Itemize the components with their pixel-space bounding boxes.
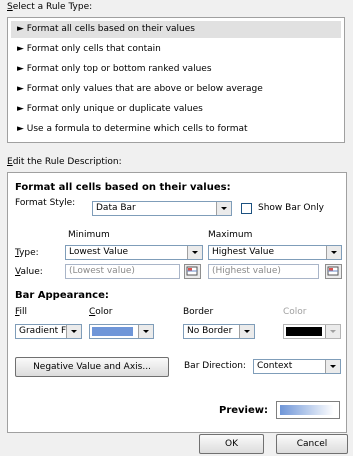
format-style-value: Data Bar <box>96 203 136 213</box>
maximum-header: Maximum <box>208 230 253 240</box>
show-bar-only-checkbox[interactable] <box>241 203 252 214</box>
minimum-header: Minimum <box>68 230 110 240</box>
border-type-dropdown[interactable]: No Border <box>183 324 255 339</box>
bar-direction-value: Context <box>257 361 293 371</box>
bar-appearance-heading: Bar Appearance: <box>15 290 109 301</box>
rule-type-item[interactable]: ► Format all cells based on their values <box>11 21 341 38</box>
rule-type-item[interactable]: ► Format only top or bottom ranked value… <box>11 61 341 78</box>
preview-box <box>276 401 340 419</box>
rule-type-list[interactable]: ► Format all cells based on their values… <box>7 17 345 143</box>
preview-data-bar <box>280 405 334 415</box>
rule-description-panel: Format all cells based on their values: … <box>7 172 347 433</box>
format-style-label: Format Style: <box>15 198 76 208</box>
minimum-type-dropdown[interactable]: Lowest Value <box>65 245 203 260</box>
chevron-down-icon[interactable] <box>66 325 81 338</box>
maximum-value-input[interactable]: (Highest value) <box>208 264 319 279</box>
rule-type-item[interactable]: ► Format only unique or duplicate values <box>11 101 341 118</box>
format-style-dropdown[interactable]: Data Bar <box>92 201 232 216</box>
bar-direction-label: Bar Direction: <box>184 361 246 371</box>
fill-color-swatch <box>92 327 133 336</box>
fill-color-label: Color <box>89 307 113 317</box>
chevron-down-icon[interactable] <box>187 246 202 259</box>
border-color-label: Color <box>283 307 307 317</box>
fill-label: Fill <box>15 307 28 317</box>
chevron-down-icon[interactable] <box>138 325 153 338</box>
rule-type-item[interactable]: ► Format only cells that contain <box>11 41 341 58</box>
minimum-type-value: Lowest Value <box>69 247 129 257</box>
maximum-type-value: Highest Value <box>212 247 275 257</box>
maximum-range-picker-button[interactable] <box>325 264 342 279</box>
preview-label: Preview: <box>219 405 269 416</box>
border-color-swatch <box>286 327 322 336</box>
chevron-down-icon[interactable] <box>325 325 340 338</box>
maximum-value-placeholder: (Highest value) <box>212 266 281 276</box>
description-heading: Format all cells based on their values: <box>15 182 231 193</box>
chevron-down-icon[interactable] <box>326 246 341 259</box>
edit-rule-description-label: Edit the Rule Description: <box>7 157 122 167</box>
negative-value-axis-label: Negative Value and Axis... <box>33 362 151 372</box>
show-bar-only-label: Show Bar Only <box>258 203 325 213</box>
border-type-value: No Border <box>187 326 233 336</box>
cancel-button[interactable]: Cancel <box>276 434 348 454</box>
chevron-down-icon[interactable] <box>325 360 340 373</box>
value-label: Value: <box>15 267 43 277</box>
fill-color-picker[interactable] <box>89 324 154 339</box>
minimum-value-placeholder: (Lowest value) <box>69 266 135 276</box>
range-picker-icon <box>327 266 339 276</box>
maximum-type-dropdown[interactable]: Highest Value <box>208 245 342 260</box>
ok-button[interactable]: OK <box>199 434 264 454</box>
type-label: Type: <box>15 248 39 258</box>
rule-type-item[interactable]: ► Format only values that are above or b… <box>11 81 341 98</box>
select-rule-type-label: Select a Rule Type: <box>7 2 93 12</box>
negative-value-axis-button[interactable]: Negative Value and Axis... <box>15 357 169 377</box>
rule-type-item[interactable]: ► Use a formula to determine which cells… <box>11 121 341 138</box>
fill-type-value: Gradient Fill <box>19 326 74 336</box>
border-color-picker[interactable] <box>283 324 341 339</box>
minimum-value-input[interactable]: (Lowest value) <box>65 264 180 279</box>
fill-type-dropdown[interactable]: Gradient Fill <box>15 324 82 339</box>
chevron-down-icon[interactable] <box>239 325 254 338</box>
minimum-range-picker-button[interactable] <box>184 264 201 279</box>
chevron-down-icon[interactable] <box>216 202 231 215</box>
range-picker-icon <box>186 266 198 276</box>
border-label: Border <box>183 307 214 317</box>
bar-direction-dropdown[interactable]: Context <box>253 359 341 374</box>
